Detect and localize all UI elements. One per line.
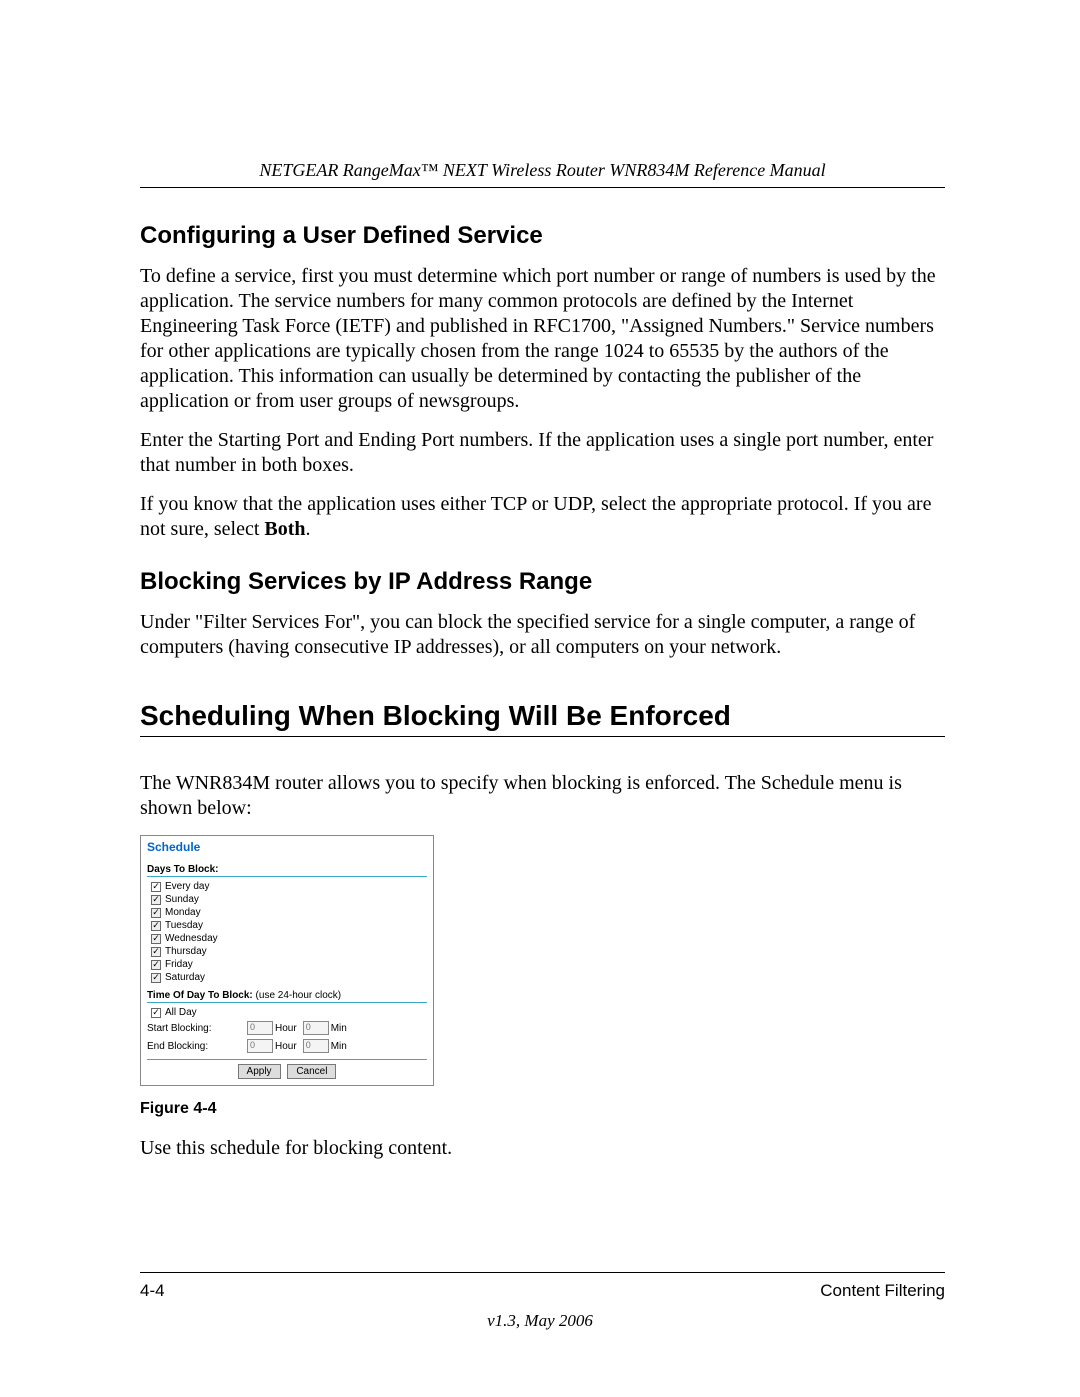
start-label: Start Blocking: [147,1023,247,1034]
paragraph: If you know that the application uses ei… [140,492,945,542]
checkbox-label: Monday [165,907,201,918]
end-label: End Blocking: [147,1041,247,1052]
min-unit: Min [331,1023,347,1034]
checkbox-icon: ✓ [151,895,161,905]
time-of-day-heading: Time Of Day To Block: (use 24-hour clock… [147,990,427,1003]
time-hint: (use 24-hour clock) [256,990,342,1001]
checkbox-icon: ✓ [151,908,161,918]
apply-button[interactable]: Apply [238,1064,281,1079]
hour-unit: Hour [275,1041,297,1052]
checkbox-label: All Day [165,1007,197,1018]
checkbox-icon: ✓ [151,934,161,944]
text: . [306,518,311,540]
checkbox-label: Every day [165,881,209,892]
paragraph: To define a service, first you must dete… [140,264,945,414]
rule [140,736,945,737]
min-unit: Min [331,1041,347,1052]
paragraph: Under "Filter Services For", you can blo… [140,610,945,660]
end-hour-field[interactable]: 0 [247,1039,273,1053]
checkbox-label: Tuesday [165,920,203,931]
checkbox-label: Friday [165,959,193,970]
start-min-field[interactable]: 0 [303,1021,329,1035]
checkbox-row-saturday[interactable]: ✓ Saturday [147,971,427,984]
heading-user-defined-service: Configuring a User Defined Service [140,222,945,250]
checkbox-row-tuesday[interactable]: ✓ Tuesday [147,919,427,932]
running-header: NETGEAR RangeMax™ NEXT Wireless Router W… [140,160,945,188]
checkbox-row-friday[interactable]: ✓ Friday [147,958,427,971]
end-blocking-row: End Blocking: 0Hour 0Min [147,1037,427,1055]
checkbox-row-sunday[interactable]: ✓ Sunday [147,893,427,906]
schedule-panel: Schedule Days To Block: ✓ Every day ✓ Su… [140,835,434,1086]
start-blocking-row: Start Blocking: 0Hour 0Min [147,1019,427,1037]
checkbox-row-allday[interactable]: ✓ All Day [147,1006,427,1019]
footer-row: 4-4 Content Filtering [140,1272,945,1301]
bold-both: Both [264,518,305,540]
hour-unit: Hour [275,1023,297,1034]
cancel-button[interactable]: Cancel [287,1064,336,1079]
days-to-block-heading: Days To Block: [147,864,427,877]
checkbox-icon: ✓ [151,882,161,892]
checkbox-label: Sunday [165,894,199,905]
checkbox-row-monday[interactable]: ✓ Monday [147,906,427,919]
checkbox-row-wednesday[interactable]: ✓ Wednesday [147,932,427,945]
text: Time Of Day To Block: [147,990,253,1001]
checkbox-label: Wednesday [165,933,218,944]
checkbox-row-everyday[interactable]: ✓ Every day [147,880,427,893]
text: If you know that the application uses ei… [140,493,931,540]
paragraph: Use this schedule for blocking content. [140,1136,945,1161]
checkbox-icon: ✓ [151,973,161,983]
checkbox-label: Saturday [165,972,205,983]
paragraph: The WNR834M router allows you to specify… [140,771,945,821]
checkbox-row-thursday[interactable]: ✓ Thursday [147,945,427,958]
checkbox-icon: ✓ [151,1008,161,1018]
schedule-title: Schedule [147,840,427,854]
checkbox-icon: ✓ [151,921,161,931]
checkbox-label: Thursday [165,946,207,957]
heading-blocking-ip-range: Blocking Services by IP Address Range [140,568,945,596]
checkbox-icon: ✓ [151,947,161,957]
heading-scheduling: Scheduling When Blocking Will Be Enforce… [140,700,945,732]
footer-version: v1.3, May 2006 [0,1311,1080,1331]
footer-section: Content Filtering [820,1281,945,1301]
paragraph: Enter the Starting Port and Ending Port … [140,428,945,478]
page-number: 4-4 [140,1281,165,1301]
end-min-field[interactable]: 0 [303,1039,329,1053]
checkbox-icon: ✓ [151,960,161,970]
figure-caption: Figure 4-4 [140,1100,945,1118]
start-hour-field[interactable]: 0 [247,1021,273,1035]
